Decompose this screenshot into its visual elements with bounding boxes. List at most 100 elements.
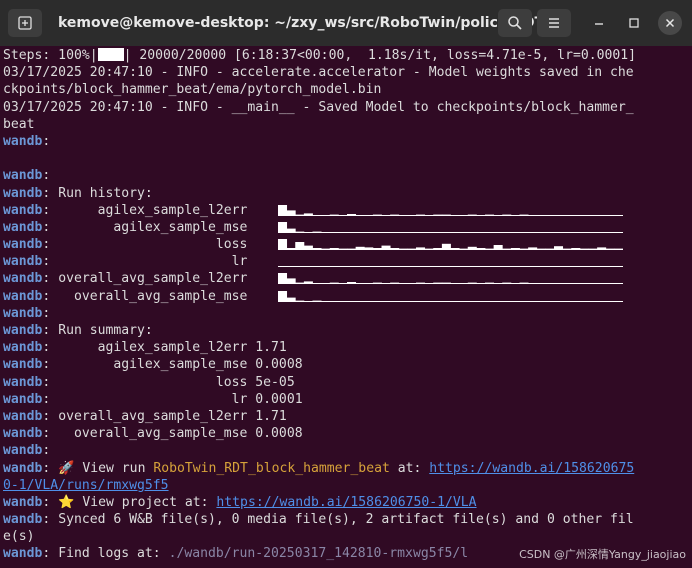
sparkline-bar bbox=[554, 266, 564, 268]
sparkline-bar bbox=[303, 245, 313, 251]
run-url-link[interactable]: 0-1/VLA/runs/rmxwg5f5 bbox=[3, 478, 169, 493]
sparkline-bar bbox=[485, 266, 495, 268]
sparkline-bar bbox=[502, 300, 512, 302]
sparkline-bar bbox=[562, 266, 572, 268]
sparkline-bar bbox=[286, 278, 296, 285]
sparkline-bar bbox=[493, 214, 503, 216]
project-url-link[interactable]: https://wandb.ai/1586206750-1/VLA bbox=[216, 495, 476, 510]
menu-button[interactable] bbox=[537, 9, 571, 37]
sparkline-bar bbox=[554, 231, 564, 233]
sparkline-bar bbox=[571, 283, 581, 285]
sparkline-bar bbox=[347, 248, 357, 251]
history-sparkline bbox=[278, 273, 623, 285]
history-row: wandb: lr bbox=[3, 253, 689, 270]
sparkline-bar bbox=[407, 231, 417, 233]
sparkline-bar bbox=[321, 283, 331, 285]
sparkline-bar bbox=[519, 283, 529, 285]
sparkline-bar bbox=[372, 214, 382, 216]
view-run-line-cont: 0-1/VLA/runs/rmxwg5f5 bbox=[3, 477, 689, 494]
sparkline-bar bbox=[510, 300, 520, 302]
sparkline-bar bbox=[528, 283, 538, 285]
sparkline-bar bbox=[312, 283, 322, 285]
logs-path[interactable]: ./wandb/run-20250317_142810-rmxwg5f5/l bbox=[169, 546, 469, 561]
sparkline-bar bbox=[441, 300, 451, 302]
sparkline-bar bbox=[424, 214, 434, 216]
sparkline-bar bbox=[321, 300, 331, 302]
close-button[interactable] bbox=[658, 11, 682, 35]
sparkline-bar bbox=[441, 266, 451, 268]
sparkline-bar bbox=[510, 283, 520, 285]
sparkline-bar bbox=[372, 266, 382, 268]
minimize-button[interactable] bbox=[587, 11, 611, 35]
new-tab-button[interactable] bbox=[8, 9, 42, 37]
sparkline-bar bbox=[441, 214, 451, 216]
sparkline-bar bbox=[450, 266, 460, 268]
sparkline-bar bbox=[278, 290, 288, 302]
history-row: wandb: overall_avg_sample_l2err bbox=[3, 270, 689, 287]
sparkline-bar bbox=[450, 283, 460, 285]
minimize-icon bbox=[595, 23, 603, 25]
sparkline-bar bbox=[562, 231, 572, 233]
sparkline-bar bbox=[381, 266, 391, 268]
sparkline-bar bbox=[390, 231, 400, 233]
sparkline-bar bbox=[536, 266, 546, 268]
new-tab-icon bbox=[18, 16, 32, 30]
sparkline-bar bbox=[597, 214, 607, 216]
sparkline-bar bbox=[364, 266, 374, 268]
sparkline-bar bbox=[588, 214, 598, 216]
sparkline-bar bbox=[502, 266, 512, 268]
sparkline-bar bbox=[295, 214, 305, 216]
sparkline-bar bbox=[614, 283, 623, 285]
sparkline-bar bbox=[519, 214, 529, 216]
sparkline-bar bbox=[416, 300, 426, 302]
maximize-button[interactable] bbox=[622, 11, 646, 35]
sparkline-bar bbox=[485, 214, 495, 216]
sparkline-bar bbox=[605, 300, 615, 302]
sparkline-bar bbox=[579, 266, 589, 268]
sparkline-bar bbox=[554, 246, 564, 251]
sparkline-bar bbox=[554, 300, 564, 302]
sparkline-bar bbox=[433, 214, 443, 216]
history-sparkline bbox=[278, 266, 623, 268]
sparkline-bar bbox=[398, 283, 408, 285]
sparkline-bar bbox=[588, 231, 598, 233]
wandb-line: wandb: bbox=[3, 443, 51, 459]
sparkline-bar bbox=[295, 300, 305, 302]
sparkline-bar bbox=[545, 248, 555, 251]
sparkline-bar bbox=[476, 266, 486, 268]
sparkline-bar bbox=[321, 248, 331, 251]
sparkline-bar bbox=[416, 283, 426, 285]
sparkline-bar bbox=[485, 231, 495, 233]
sparkline-bar bbox=[338, 231, 348, 233]
sparkline-bar bbox=[467, 266, 477, 268]
sparkline-bar bbox=[321, 266, 331, 268]
sparkline-bar bbox=[536, 283, 546, 285]
sparkline-bar bbox=[536, 231, 546, 233]
sparkline-bar bbox=[614, 231, 623, 233]
run-history-header: wandb: Run history: bbox=[3, 185, 153, 201]
search-button[interactable] bbox=[498, 9, 532, 37]
sparkline-bar bbox=[485, 300, 495, 302]
sparkline-bar bbox=[614, 300, 623, 302]
log-line: beat bbox=[3, 116, 35, 132]
sparkline-bar bbox=[424, 231, 434, 233]
log-line: 03/17/2025 20:47:10 - INFO - __main__ - … bbox=[3, 99, 634, 115]
sparkline-bar bbox=[338, 266, 348, 268]
sparkline-bar bbox=[329, 300, 339, 302]
sparkline-bar bbox=[597, 283, 607, 285]
sparkline-bar bbox=[562, 283, 572, 285]
run-url-link[interactable]: https://wandb.ai/158620675 bbox=[429, 461, 634, 476]
sparkline-bar bbox=[329, 214, 339, 216]
view-project-line: wandb: ⭐ View project at: https://wandb.… bbox=[3, 494, 477, 510]
summary-row: wandb: lr 0.0001 bbox=[3, 391, 303, 407]
sparkline-bar bbox=[303, 281, 313, 285]
sparkline-bar bbox=[588, 248, 598, 251]
sparkline-bar bbox=[441, 243, 451, 251]
history-row: wandb: agilex_sample_mse bbox=[3, 219, 689, 236]
sparkline-bar bbox=[579, 214, 589, 216]
sparkline-bar bbox=[562, 300, 572, 302]
sparkline-bar bbox=[286, 228, 296, 233]
terminal-output[interactable]: Steps: 100%| | 20000/20000 [6:18:37<00:00… bbox=[3, 47, 689, 568]
synced-line: wandb: Synced 6 W&B file(s), 0 media fil… bbox=[3, 512, 634, 528]
sparkline-bar bbox=[493, 245, 503, 251]
